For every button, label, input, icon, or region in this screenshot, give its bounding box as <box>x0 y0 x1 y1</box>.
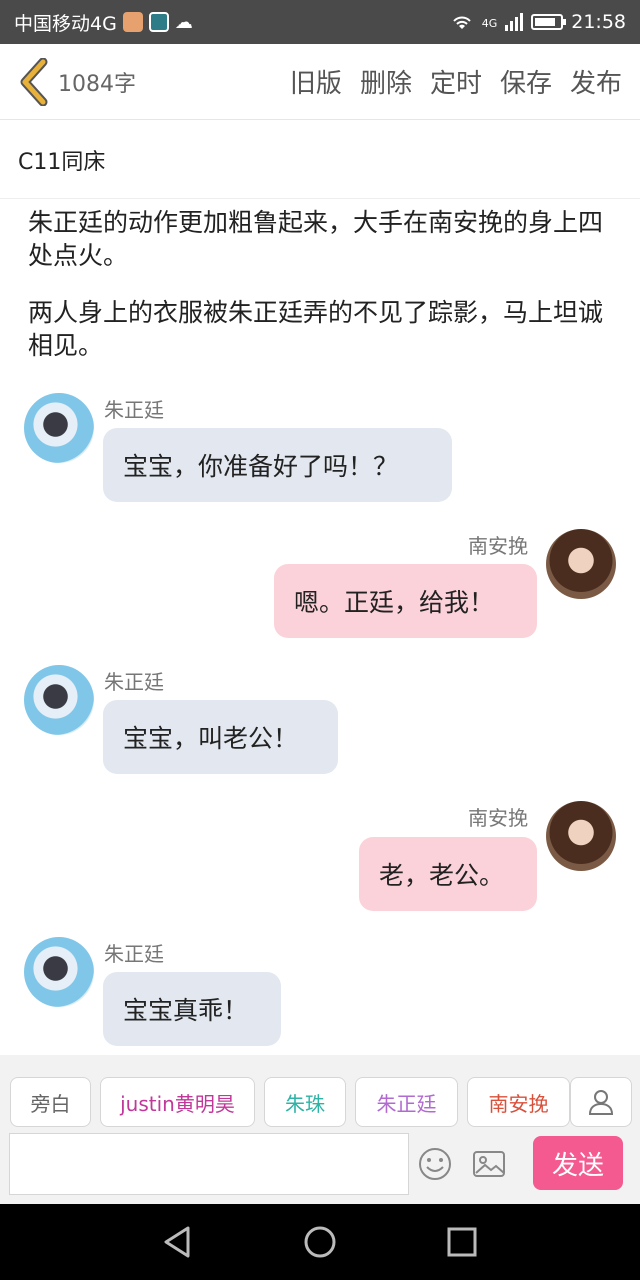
notification-app-icon <box>122 12 143 32</box>
character-chip-narrator[interactable]: 旁白 <box>10 1077 91 1127</box>
toolbar-actions: 旧版 删除 定时 保存 发布 <box>290 63 640 100</box>
narrative-paragraph[interactable]: 两人身上的衣服被朱正廷弄的不见了踪影，马上坦诚相见。 <box>28 296 618 362</box>
user-icon <box>588 1090 614 1115</box>
chat-bubble[interactable]: 宝宝真乖！ <box>103 972 281 1046</box>
character-chip-nananwan[interactable]: 南安挽 <box>467 1077 570 1127</box>
avatar[interactable] <box>24 393 94 463</box>
speaker-name: 朱正廷 <box>104 670 164 694</box>
chat-bubble[interactable]: 老，老公。 <box>359 837 537 911</box>
avatar[interactable] <box>546 801 616 871</box>
add-character-button[interactable] <box>570 1077 632 1127</box>
avatar[interactable] <box>24 937 94 1007</box>
back-button[interactable] <box>8 44 60 120</box>
composer-panel: 旁白 justin黄明昊 朱珠 朱正廷 南安挽 发送 <box>0 1055 640 1204</box>
system-nav-bar <box>0 1204 640 1280</box>
weather-icon: ☁ <box>174 11 193 33</box>
clock: 21:58 <box>571 11 626 33</box>
message-input[interactable] <box>9 1133 409 1195</box>
chat-bubble[interactable]: 嗯。正廷，给我！ <box>274 564 537 638</box>
editor-toolbar: 1084字 旧版 删除 定时 保存 发布 <box>0 44 640 120</box>
avatar[interactable] <box>24 665 94 735</box>
chevron-left-icon <box>20 57 48 106</box>
delete-button[interactable]: 删除 <box>360 63 412 100</box>
speaker-name: 朱正廷 <box>104 398 164 422</box>
speaker-name: 南安挽 <box>468 806 528 830</box>
old-version-button[interactable]: 旧版 <box>290 63 342 100</box>
narrative-paragraph[interactable]: 朱正廷的动作更加粗鲁起来，大手在南安挽的身上四处点火。 <box>28 206 618 272</box>
battery-icon <box>531 14 567 30</box>
image-icon[interactable] <box>472 1147 506 1181</box>
chat-bubble[interactable]: 宝宝，你准备好了吗！？ <box>103 428 452 502</box>
signal-icon <box>505 13 524 31</box>
back-nav-icon[interactable] <box>158 1222 198 1262</box>
character-chip-zhuzhengting[interactable]: 朱正廷 <box>355 1077 458 1127</box>
character-chip-justin[interactable]: justin黄明昊 <box>100 1077 255 1127</box>
speaker-name: 南安挽 <box>468 534 528 558</box>
home-nav-icon[interactable] <box>300 1222 340 1262</box>
word-count: 1084字 <box>58 71 136 97</box>
publish-button[interactable]: 发布 <box>570 63 622 100</box>
status-bar: 中国移动4G ☁ 4G 21:58 <box>0 0 640 44</box>
recents-nav-icon[interactable] <box>442 1222 482 1262</box>
notification-app-icon-2 <box>148 12 169 32</box>
schedule-button[interactable]: 定时 <box>430 63 482 100</box>
emoji-icon[interactable] <box>418 1147 452 1181</box>
carrier-label: 中国移动4G <box>14 12 117 35</box>
speaker-name: 朱正廷 <box>104 942 164 966</box>
send-button[interactable]: 发送 <box>533 1136 623 1190</box>
character-chip-zhuzhu[interactable]: 朱珠 <box>264 1077 346 1127</box>
chat-bubble[interactable]: 宝宝，叫老公！ <box>103 700 338 774</box>
network-type-label: 4G <box>481 17 498 30</box>
avatar[interactable] <box>546 529 616 599</box>
wifi-icon <box>452 16 471 29</box>
save-button[interactable]: 保存 <box>500 63 552 100</box>
chapter-title[interactable]: C11同床 <box>0 121 640 199</box>
